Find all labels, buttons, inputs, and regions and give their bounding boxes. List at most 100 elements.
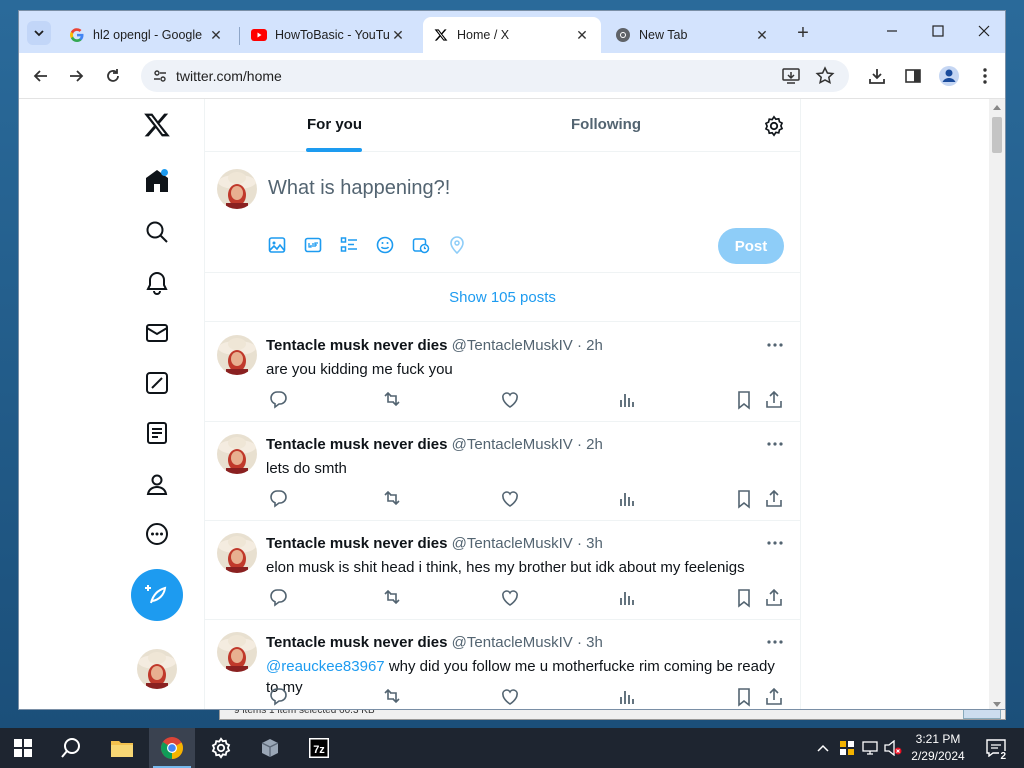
avatar[interactable] — [217, 533, 257, 573]
author-handle[interactable]: @TentacleMuskIV — [452, 535, 573, 552]
avatar[interactable] — [217, 169, 257, 209]
system-clock[interactable]: 3:21 PM 2/29/2024 — [900, 731, 976, 765]
emoji-icon[interactable] — [376, 235, 412, 255]
repost-button[interactable] — [381, 389, 403, 411]
views-button[interactable] — [616, 488, 638, 510]
install-app-icon[interactable] — [781, 66, 801, 91]
avatar[interactable] — [217, 632, 257, 672]
new-tab-button[interactable]: + — [791, 21, 815, 45]
bookmark-button[interactable] — [733, 389, 755, 411]
nav-explore[interactable] — [131, 212, 183, 252]
tweet-card[interactable]: Tentacle musk never dies @TentacleMuskIV… — [205, 620, 800, 709]
minimize-button[interactable] — [869, 11, 915, 51]
x-logo-link[interactable] — [131, 105, 183, 145]
poll-icon[interactable] — [340, 235, 376, 255]
avatar[interactable] — [217, 335, 257, 375]
author-name[interactable]: Tentacle musk never dies — [266, 436, 447, 453]
nav-lists[interactable] — [131, 413, 183, 453]
tweet-card[interactable]: Tentacle musk never dies @TentacleMuskIV… — [205, 323, 800, 422]
like-button[interactable] — [499, 488, 521, 510]
tweet-time[interactable]: · 3h — [577, 535, 603, 552]
author-handle[interactable]: @TentacleMuskIV — [452, 436, 573, 453]
location-pin-icon[interactable] — [448, 235, 484, 255]
taskbar-search-button[interactable] — [48, 728, 94, 768]
profile-button[interactable] — [935, 62, 963, 90]
nav-grok[interactable] — [131, 363, 183, 403]
avatar[interactable] — [217, 434, 257, 474]
mention-link[interactable]: @reauckee83967 — [266, 658, 385, 675]
author-handle[interactable]: @TentacleMuskIV — [452, 634, 573, 651]
scroll-up-arrow[interactable] — [993, 105, 1001, 110]
author-name[interactable]: Tentacle musk never dies — [266, 337, 447, 354]
tweet-time[interactable]: · 2h — [577, 436, 603, 453]
views-button[interactable] — [616, 389, 638, 411]
tab-following[interactable]: Following — [571, 116, 641, 133]
nav-messages[interactable] — [131, 313, 183, 353]
bookmark-button[interactable] — [733, 587, 755, 609]
bookmark-button[interactable] — [733, 488, 755, 510]
post-button[interactable]: Post — [718, 228, 784, 264]
taskbar-file-explorer[interactable] — [99, 728, 145, 768]
tweet-more-button[interactable] — [765, 434, 785, 454]
schedule-icon[interactable] — [412, 235, 448, 255]
reply-button[interactable] — [267, 488, 289, 510]
repost-button[interactable] — [381, 686, 403, 708]
close-tab-icon[interactable]: ✕ — [389, 26, 407, 44]
nav-profile[interactable] — [131, 464, 183, 504]
settings-gear-icon[interactable] — [763, 115, 785, 137]
tweet-more-button[interactable] — [765, 632, 785, 652]
reload-button[interactable] — [99, 62, 127, 90]
tweet-card[interactable]: Tentacle musk never dies @TentacleMuskIV… — [205, 422, 800, 521]
author-name[interactable]: Tentacle musk never dies — [266, 634, 447, 651]
close-window-button[interactable] — [961, 11, 1005, 51]
author-handle[interactable]: @TentacleMuskIV — [452, 337, 573, 354]
tray-shield-icon[interactable] — [837, 728, 857, 768]
share-button[interactable] — [763, 686, 785, 708]
downloads-button[interactable] — [863, 62, 891, 90]
tab-for-you[interactable]: For you — [307, 116, 362, 133]
tweet-card[interactable]: Tentacle musk never dies @TentacleMuskIV… — [205, 521, 800, 620]
compose-input[interactable]: What is happening?! — [268, 177, 450, 200]
reply-button[interactable] — [267, 587, 289, 609]
close-tab-icon[interactable]: ✕ — [207, 26, 225, 44]
tab-google[interactable]: hl2 opengl - Google ✕ — [59, 17, 235, 53]
bookmark-star-icon[interactable] — [815, 66, 835, 91]
account-avatar[interactable] — [137, 649, 177, 689]
like-button[interactable] — [499, 389, 521, 411]
close-tab-icon[interactable]: ✕ — [573, 26, 591, 44]
views-button[interactable] — [616, 587, 638, 609]
close-tab-icon[interactable]: ✕ — [753, 26, 771, 44]
share-button[interactable] — [763, 587, 785, 609]
show-new-posts-link[interactable]: Show 105 posts — [205, 274, 800, 322]
reply-button[interactable] — [267, 389, 289, 411]
tweet-time[interactable]: · 3h — [577, 634, 603, 651]
tweet-more-button[interactable] — [765, 335, 785, 355]
side-panel-button[interactable] — [899, 62, 927, 90]
taskbar-app[interactable] — [247, 728, 293, 768]
start-button[interactable] — [0, 728, 46, 768]
repost-button[interactable] — [381, 587, 403, 609]
reply-button[interactable] — [267, 686, 289, 708]
image-icon[interactable] — [268, 235, 304, 255]
compose-post-button[interactable] — [131, 569, 183, 621]
nav-home[interactable] — [131, 161, 183, 201]
site-info-icon[interactable] — [149, 65, 171, 87]
taskbar-settings[interactable] — [198, 728, 244, 768]
tab-x-home[interactable]: Home / X ✕ — [423, 17, 601, 53]
share-button[interactable] — [763, 488, 785, 510]
tweet-more-button[interactable] — [765, 533, 785, 553]
gif-icon[interactable] — [304, 235, 340, 255]
author-name[interactable]: Tentacle musk never dies — [266, 535, 447, 552]
taskbar-7zip[interactable]: 7z — [296, 728, 342, 768]
taskbar-chrome[interactable] — [149, 728, 195, 768]
scroll-thumb[interactable] — [992, 117, 1002, 153]
action-center-button[interactable]: 2 — [982, 728, 1010, 768]
like-button[interactable] — [499, 587, 521, 609]
views-button[interactable] — [616, 686, 638, 708]
back-button[interactable] — [27, 62, 55, 90]
tab-youtube[interactable]: HowToBasic - YouTu ✕ — [241, 17, 417, 53]
tab-new-tab[interactable]: New Tab ✕ — [605, 17, 781, 53]
tweet-time[interactable]: · 2h — [577, 337, 603, 354]
bookmark-button[interactable] — [733, 686, 755, 708]
network-icon[interactable] — [860, 728, 880, 768]
